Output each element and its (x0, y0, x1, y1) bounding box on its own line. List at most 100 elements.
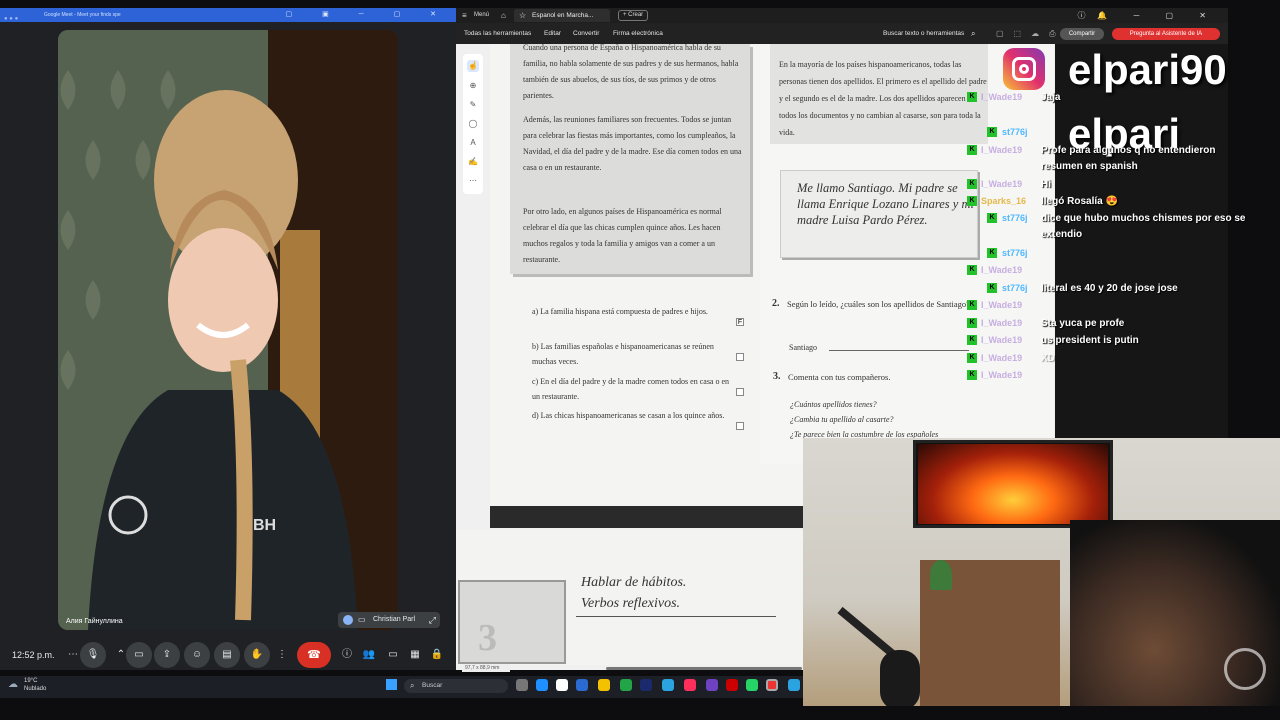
more-tools-icon[interactable]: ⋯ (467, 175, 479, 187)
checkbox-c[interactable] (736, 388, 744, 396)
captions-button[interactable]: ▤ (214, 642, 240, 668)
select-tool-icon[interactable]: ☝ (467, 60, 479, 72)
chrome-icon[interactable] (620, 679, 632, 691)
instagram-icon (1003, 48, 1045, 90)
more-button[interactable]: ⋮ (272, 642, 292, 668)
app2-icon[interactable] (706, 679, 718, 691)
star-icon[interactable]: ☆ (519, 9, 526, 22)
chat-user: I_Wade19 (981, 92, 1023, 102)
horizontal-scrollbar[interactable] (606, 667, 802, 670)
participant-video: ВН Алия Гайнуллина (58, 30, 398, 630)
question-2: Según lo leído, ¿cuáles son los apellido… (787, 299, 970, 309)
end-call-button[interactable]: ☎ (297, 642, 331, 668)
menu-label[interactable]: Menú (474, 8, 489, 23)
chat-message: Sta yuca pe profe (1041, 318, 1125, 329)
weather-temp[interactable]: 19°C (24, 678, 37, 684)
lasso-tool-icon[interactable]: ◯ (467, 118, 479, 130)
participant-illustration: ВН (58, 30, 398, 630)
question-3-number: 3. (773, 371, 781, 382)
opera-icon[interactable] (726, 679, 738, 691)
section-title-1: Hablar de hábitos. (581, 575, 687, 590)
emoji-button[interactable]: ☺ (184, 642, 210, 668)
taskbar (0, 676, 803, 698)
app3-icon[interactable] (788, 679, 800, 691)
checkbox-d[interactable] (736, 422, 744, 430)
edge-icon[interactable] (536, 679, 548, 691)
page-gap (490, 506, 803, 528)
chat-badge-icon: K (987, 283, 997, 293)
document-tab[interactable]: ☆ Espanol en Marcha... (514, 9, 610, 22)
true-false-item-a: a) La familia hispana está compuesta de … (532, 307, 708, 316)
chat-user: st776j (1002, 213, 1028, 223)
present-button[interactable]: ⇪ (154, 642, 180, 668)
chat-message: Hi (1041, 179, 1051, 190)
chat-badge-icon: K (967, 300, 977, 310)
zoom-tool-icon[interactable]: ⊕ (467, 80, 479, 92)
taskbar-search[interactable]: ⌕ Buscar (404, 679, 508, 693)
home-icon[interactable]: ⌂ (501, 8, 506, 23)
share-button[interactable]: Compartir (1060, 28, 1104, 40)
chat-badge-icon: K (967, 265, 977, 275)
window-controls[interactable]: ▢ ▣ ─ ▢ ✕ (286, 8, 450, 22)
search-tools[interactable]: Buscar texto o herramientas (883, 23, 964, 44)
chat-badge-icon: K (967, 370, 977, 380)
telegram-icon[interactable] (662, 679, 674, 691)
stamp-tool-icon[interactable]: ✍ (467, 156, 479, 168)
new-tab-button[interactable]: + Crear (618, 10, 648, 21)
whatsapp-icon[interactable] (746, 679, 758, 691)
chat-user: st776j (1002, 283, 1028, 293)
explorer-icon[interactable] (598, 679, 610, 691)
participant-name: Алия Гайнуллина (66, 618, 123, 625)
camera-button[interactable]: ▭ (126, 642, 152, 668)
ai-assistant-button[interactable]: Pregunta al Asistente de IA (1112, 28, 1220, 40)
expand-icon[interactable]: ⤢ (429, 612, 436, 628)
reading-paragraph-1: Cuando una persona de España o Hispanoam… (523, 43, 739, 100)
chat-user: I_Wade19 (981, 300, 1023, 310)
checkbox-a[interactable]: F (736, 318, 744, 326)
chat-message: dice que hubo muchos chismes por eso se … (1041, 213, 1246, 240)
people-icon[interactable]: 👥 (356, 642, 382, 668)
mic-button[interactable]: 🎙 (80, 642, 106, 668)
chat-badge-icon: K (987, 213, 997, 223)
toolbar-icons[interactable]: ▢⬚☁⎙ (996, 23, 1066, 44)
search-icon[interactable]: ⌕ (971, 23, 975, 44)
tiktok-icon[interactable] (684, 679, 696, 691)
app-icon[interactable] (640, 679, 652, 691)
chat-message: us president is putin (1041, 335, 1139, 346)
reading-paragraph-3: Por otro lado, en algunos países de Hisp… (523, 207, 722, 264)
chat-message: Profe para algunos q no entendieron resu… (1041, 145, 1216, 172)
word-icon[interactable] (576, 679, 588, 691)
true-false-item-d: d) Las chicas hispanoamericanas se casan… (532, 411, 725, 420)
chat-message: XD (1041, 353, 1055, 364)
info-paragraph: En la mayoría de los países hispanoameri… (779, 60, 987, 137)
chat-user: st776j (1002, 248, 1028, 258)
chat-message: llegó Rosalía 😍 (1041, 196, 1118, 207)
task-view-icon[interactable] (516, 679, 528, 691)
text-tool-icon[interactable]: A (467, 137, 479, 149)
menu-all-tools[interactable]: Todas las herramientas (464, 23, 531, 44)
answer-line[interactable] (829, 350, 969, 351)
microphone-icon (837, 606, 920, 706)
chat-badge-icon: K (967, 353, 977, 363)
weather-desc[interactable]: Nublado (24, 686, 46, 692)
pip-self-view[interactable]: ▭ Christian Parl ⤢ (338, 612, 440, 628)
new-tab-label: Crear (628, 12, 644, 18)
discussion-q1: ¿Cuántos apellidos tienes? (790, 400, 877, 409)
windows-start-icon[interactable] (386, 679, 397, 690)
titlebar-controls[interactable]: ⓘ🔔 ─ ▢ ✕ (1077, 8, 1218, 23)
plant (930, 560, 952, 590)
hamburger-icon[interactable]: ≡ (462, 8, 467, 23)
chat-message: Jaja (1041, 92, 1061, 103)
store-icon[interactable] (556, 679, 568, 691)
chat-feed: K I_Wade19 Jaja K st776j K I_Wade19 Prof… (967, 90, 1246, 390)
chat-badge-icon: K (967, 335, 977, 345)
obs-icon[interactable] (766, 679, 778, 691)
pen-tool-icon[interactable]: ✎ (467, 99, 479, 111)
weather-icon: ☁ (8, 679, 18, 690)
chat-user: I_Wade19 (981, 353, 1023, 363)
checkbox-b[interactable] (736, 353, 744, 361)
chat-user: I_Wade19 (981, 335, 1023, 345)
host-controls-icon[interactable]: 🔒 (424, 642, 450, 668)
raise-hand-button[interactable]: ✋ (244, 642, 270, 668)
watermark-logo-icon (1224, 648, 1266, 690)
